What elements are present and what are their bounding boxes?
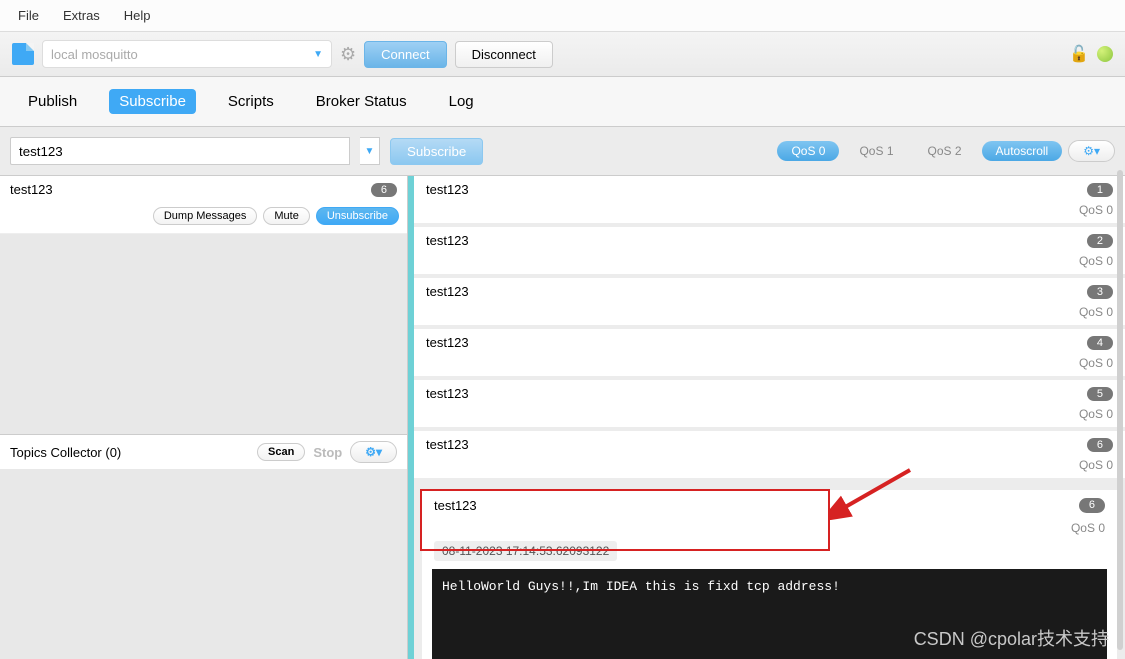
collector-body — [0, 469, 407, 659]
qos0-pill[interactable]: QoS 0 — [777, 141, 839, 161]
subscriptions-column: test123 6 Dump Messages Mute Unsubscribe… — [0, 176, 408, 659]
message-item[interactable]: test1231 QoS 0 — [414, 176, 1125, 227]
subscription-count-badge: 6 — [371, 183, 397, 197]
message-detail-panel: test1236 QoS 008-11-2023 17:14:53.6209312… — [422, 490, 1117, 659]
message-num-badge: 3 — [1087, 285, 1113, 299]
stop-button[interactable]: Stop — [305, 445, 350, 460]
message-topic: test123 — [426, 335, 1087, 350]
tab-subscribe[interactable]: Subscribe — [109, 89, 196, 114]
subscription-item[interactable]: test123 6 Dump Messages Mute Unsubscribe — [0, 176, 407, 234]
message-topic: test123 — [426, 233, 1087, 248]
toolbar: local mosquitto ▼ ⚙ Connect Disconnect 🔓 — [0, 32, 1125, 77]
subscribe-button[interactable]: Subscribe — [390, 138, 483, 165]
scrollbar[interactable] — [1117, 170, 1123, 650]
message-topic: test123 — [426, 284, 1087, 299]
connect-button[interactable]: Connect — [364, 41, 446, 68]
message-qos: QoS 0 — [414, 458, 1125, 478]
broker-select-value: local mosquitto — [51, 47, 138, 62]
tab-log[interactable]: Log — [439, 89, 484, 114]
message-num-badge: 1 — [1087, 183, 1113, 197]
menu-bar: File Extras Help — [0, 0, 1125, 32]
menu-extras[interactable]: Extras — [63, 8, 100, 23]
message-item[interactable]: test1235 QoS 0 — [414, 380, 1125, 431]
menu-file[interactable]: File — [18, 8, 39, 23]
menu-help[interactable]: Help — [124, 8, 151, 23]
message-qos: QoS 0 — [414, 254, 1125, 274]
message-topic: test123 — [426, 437, 1087, 452]
unsubscribe-button[interactable]: Unsubscribe — [316, 207, 399, 225]
topic-input[interactable] — [10, 137, 350, 165]
chevron-down-icon: ▼ — [313, 49, 323, 60]
message-num-badge: 5 — [1087, 387, 1113, 401]
message-item[interactable]: test1236 QoS 0 — [414, 431, 1125, 482]
gear-icon[interactable]: ⚙ — [340, 44, 356, 65]
detail-num-badge: 6 — [1079, 498, 1105, 513]
topics-collector: Topics Collector (0) Scan Stop ⚙▾ — [0, 434, 407, 659]
message-item[interactable]: test1234 QoS 0 — [414, 329, 1125, 380]
message-qos: QoS 0 — [414, 305, 1125, 325]
mute-button[interactable]: Mute — [263, 207, 309, 225]
message-topic: test123 — [426, 386, 1087, 401]
subscribe-bar: ▼ Subscribe QoS 0 QoS 1 QoS 2 Autoscroll… — [0, 127, 1125, 176]
message-num-badge: 4 — [1087, 336, 1113, 350]
message-num-badge: 6 — [1087, 438, 1113, 452]
detail-timestamp: 08-11-2023 17:14:53.62093122 — [434, 541, 617, 561]
topic-dropdown-icon[interactable]: ▼ — [360, 137, 380, 165]
qos1-pill[interactable]: QoS 1 — [845, 141, 907, 161]
message-item[interactable]: test1233 QoS 0 — [414, 278, 1125, 329]
new-connection-icon[interactable] — [12, 43, 34, 65]
disconnect-button[interactable]: Disconnect — [455, 41, 553, 68]
message-num-badge: 2 — [1087, 234, 1113, 248]
subscriptions-empty-area — [0, 234, 407, 434]
detail-qos: QoS 0 — [422, 521, 1117, 541]
tab-scripts[interactable]: Scripts — [218, 89, 284, 114]
autoscroll-pill[interactable]: Autoscroll — [982, 141, 1063, 161]
tab-broker-status[interactable]: Broker Status — [306, 89, 417, 114]
message-item[interactable]: test1232 QoS 0 — [414, 227, 1125, 278]
payload-viewer[interactable]: HelloWorld Guys!!,Im IDEA this is fixd t… — [432, 569, 1107, 659]
nav-tabs: Publish Subscribe Scripts Broker Status … — [0, 77, 1125, 127]
connection-status-dot — [1097, 46, 1113, 62]
broker-select[interactable]: local mosquitto ▼ — [42, 40, 332, 68]
unlock-icon[interactable]: 🔓 — [1069, 44, 1089, 64]
message-qos: QoS 0 — [414, 407, 1125, 427]
qos2-pill[interactable]: QoS 2 — [914, 141, 976, 161]
collector-title: Topics Collector (0) — [10, 445, 257, 460]
detail-topic: test123 — [434, 498, 1079, 513]
tab-publish[interactable]: Publish — [18, 89, 87, 114]
messages-column: test1231QoS 0test1232QoS 0test1233QoS 0t… — [408, 176, 1125, 659]
subscription-name: test123 — [10, 182, 371, 197]
message-topic: test123 — [426, 182, 1087, 197]
scan-button[interactable]: Scan — [257, 443, 305, 461]
main-area: test123 6 Dump Messages Mute Unsubscribe… — [0, 176, 1125, 659]
message-qos: QoS 0 — [414, 356, 1125, 376]
message-qos: QoS 0 — [414, 203, 1125, 223]
message-list[interactable]: test1231QoS 0test1232QoS 0test1233QoS 0t… — [414, 176, 1125, 659]
collector-settings-icon[interactable]: ⚙▾ — [350, 441, 397, 463]
dump-messages-button[interactable]: Dump Messages — [153, 207, 258, 225]
settings-pill[interactable]: ⚙▾ — [1068, 140, 1115, 162]
